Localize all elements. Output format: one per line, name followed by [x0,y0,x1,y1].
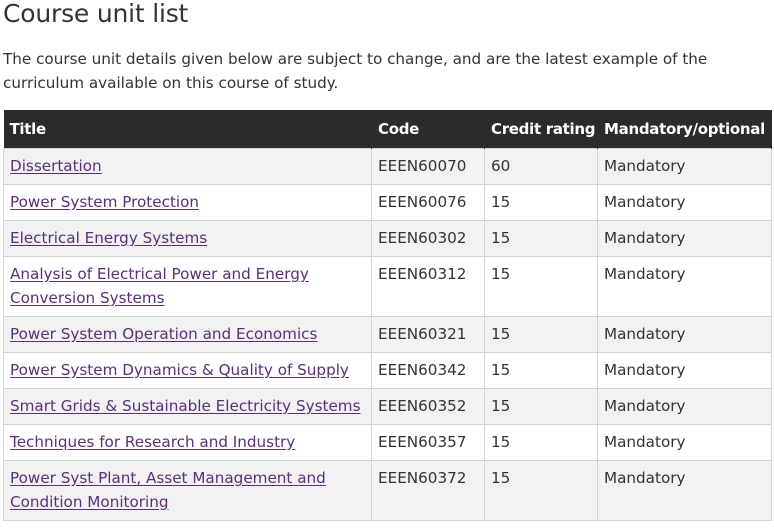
unit-credit-cell: 15 [484,460,598,521]
intro-text: The course unit details given below are … [3,50,708,92]
table-body: Dissertation EEEN60070 60 Mandatory Powe… [3,148,772,521]
unit-title-link[interactable]: Techniques for Research and Industry [10,433,295,451]
unit-title-link[interactable]: Power System Protection [10,193,199,211]
unit-title-link[interactable]: Power System Dynamics & Quality of Suppl… [10,361,349,379]
unit-code-cell: EEEN60372 [371,460,485,521]
unit-code-cell: EEEN60076 [371,184,485,221]
unit-title-cell: Power Syst Plant, Asset Management and C… [3,460,372,521]
unit-code-cell: EEEN60321 [371,316,485,353]
unit-title-link[interactable]: Power Syst Plant, Asset Management and C… [10,469,326,511]
unit-code-cell: EEEN60357 [371,424,485,461]
table-row: Analysis of Electrical Power and Energy … [3,256,772,317]
course-unit-table: Title Code Credit rating Mandatory/optio… [3,110,772,521]
unit-credit-cell: 15 [484,352,598,389]
unit-credit-cell: 60 [484,148,598,185]
unit-title-cell: Power System Dynamics & Quality of Suppl… [3,352,372,389]
unit-title-cell: Dissertation [3,148,372,185]
table-row: Power System Protection EEEN60076 15 Man… [3,184,772,221]
unit-mandatory-cell: Mandatory [597,388,772,425]
table-header-row: Title Code Credit rating Mandatory/optio… [3,110,772,149]
column-header-code: Code [371,110,485,149]
table-row: Power System Dynamics & Quality of Suppl… [3,352,772,389]
unit-mandatory-cell: Mandatory [597,220,772,257]
unit-title-cell: Power System Protection [3,184,372,221]
unit-credit-cell: 15 [484,184,598,221]
table-row: Techniques for Research and Industry EEE… [3,424,772,461]
unit-mandatory-cell: Mandatory [597,184,772,221]
unit-title-link[interactable]: Power System Operation and Economics [10,325,317,343]
unit-mandatory-cell: Mandatory [597,460,772,521]
column-header-title: Title [3,110,372,149]
unit-title-link[interactable]: Dissertation [10,157,102,175]
unit-title-link[interactable]: Analysis of Electrical Power and Energy … [10,265,309,307]
unit-mandatory-cell: Mandatory [597,256,772,317]
column-header-mandatory-optional: Mandatory/optional [597,110,772,149]
unit-title-cell: Electrical Energy Systems [3,220,372,257]
unit-code-cell: EEEN60352 [371,388,485,425]
unit-credit-cell: 15 [484,256,598,317]
page-title: Course unit list [3,0,189,28]
table-row: Smart Grids & Sustainable Electricity Sy… [3,388,772,425]
unit-code-cell: EEEN60070 [371,148,485,185]
unit-credit-cell: 15 [484,424,598,461]
unit-title-cell: Power System Operation and Economics [3,316,372,353]
table-row: Power Syst Plant, Asset Management and C… [3,460,772,521]
unit-code-cell: EEEN60342 [371,352,485,389]
unit-code-cell: EEEN60312 [371,256,485,317]
unit-title-link[interactable]: Electrical Energy Systems [10,229,207,247]
unit-credit-cell: 15 [484,388,598,425]
table-row: Power System Operation and Economics EEE… [3,316,772,353]
unit-credit-cell: 15 [484,220,598,257]
column-header-credit-rating: Credit rating [484,110,598,149]
table-row: Electrical Energy Systems EEEN60302 15 M… [3,220,772,257]
unit-title-cell: Analysis of Electrical Power and Energy … [3,256,372,317]
unit-mandatory-cell: Mandatory [597,424,772,461]
unit-title-cell: Techniques for Research and Industry [3,424,372,461]
unit-mandatory-cell: Mandatory [597,148,772,185]
unit-title-cell: Smart Grids & Sustainable Electricity Sy… [3,388,372,425]
unit-title-link[interactable]: Smart Grids & Sustainable Electricity Sy… [10,397,361,415]
course-unit-page: Course unit list The course unit details… [0,0,774,531]
table-header: Title Code Credit rating Mandatory/optio… [3,110,772,149]
unit-mandatory-cell: Mandatory [597,352,772,389]
table-row: Dissertation EEEN60070 60 Mandatory [3,148,772,185]
unit-credit-cell: 15 [484,316,598,353]
unit-code-cell: EEEN60302 [371,220,485,257]
unit-mandatory-cell: Mandatory [597,316,772,353]
